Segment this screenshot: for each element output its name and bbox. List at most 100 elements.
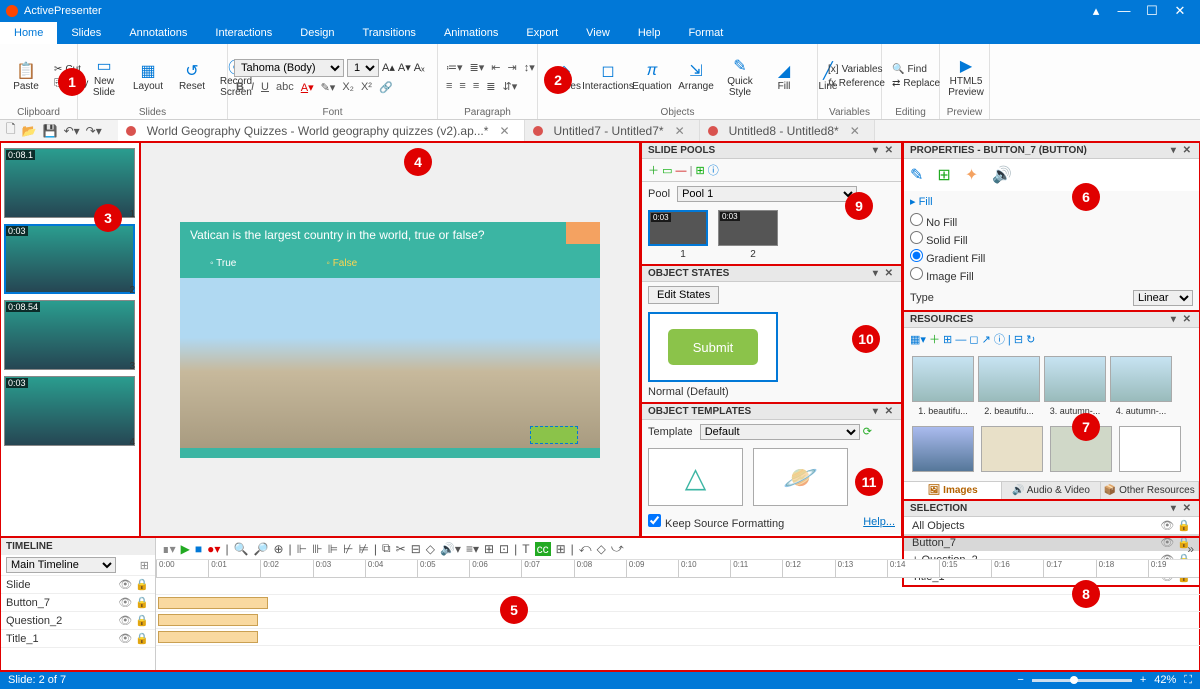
- gradient-type-select[interactable]: Linear: [1133, 290, 1193, 306]
- save-icon[interactable]: 💾: [43, 124, 58, 138]
- nofill-radio[interactable]: No Fill: [910, 212, 1193, 230]
- line-spacing-icon[interactable]: ↕▾: [522, 60, 537, 75]
- edit-icon[interactable]: ▭: [662, 165, 672, 177]
- bold-icon[interactable]: B: [234, 80, 246, 95]
- shrink-font-icon[interactable]: A▾: [398, 61, 411, 74]
- edit-states-button[interactable]: Edit States: [648, 286, 719, 304]
- tab-home[interactable]: Home: [0, 22, 57, 44]
- clear-format-icon[interactable]: Aₓ: [414, 62, 425, 74]
- timeline-track-label[interactable]: Button_7👁 🔒: [0, 594, 155, 612]
- refresh-icon[interactable]: ⟳: [863, 426, 872, 438]
- submit-shape[interactable]: [530, 426, 578, 444]
- open-icon[interactable]: 📂: [22, 124, 37, 138]
- minimize-icon[interactable]: —: [1110, 3, 1138, 19]
- resource-tab[interactable]: 🔊 Audio & Video: [1002, 482, 1100, 499]
- tab-interactions[interactable]: Interactions: [201, 22, 286, 44]
- slide-thumb[interactable]: 0:08.543: [4, 300, 135, 370]
- indent-inc-icon[interactable]: ⇥: [506, 60, 519, 75]
- resource-tab[interactable]: 📦 Other Resources: [1101, 482, 1199, 499]
- replace-button[interactable]: ⇄Replace: [888, 77, 944, 90]
- slide-preview[interactable]: Vatican is the largest country in the wo…: [180, 222, 600, 458]
- justify-icon[interactable]: ≣: [484, 79, 497, 94]
- style-tab-icon[interactable]: ✎: [910, 165, 923, 185]
- pool-select[interactable]: Pool 1: [677, 186, 857, 202]
- reference-button[interactable]: fxReference: [824, 77, 889, 90]
- doc-tab[interactable]: Untitled7 - Untitled7*✕: [525, 120, 700, 141]
- new-slide-button[interactable]: ▭New Slide: [84, 54, 124, 100]
- keep-formatting-check[interactable]: Keep Source Formatting: [648, 514, 784, 530]
- record-tl-icon[interactable]: ∎▾: [162, 542, 176, 556]
- equation-button[interactable]: πEquation: [632, 59, 672, 94]
- maximize-icon[interactable]: ☐: [1138, 3, 1166, 19]
- font-size-select[interactable]: 18: [347, 59, 379, 77]
- font-family-select[interactable]: Tahoma (Body): [234, 59, 344, 77]
- doc-tab[interactable]: World Geography Quizzes - World geograph…: [118, 120, 525, 141]
- align-center-icon[interactable]: ≡: [457, 79, 467, 94]
- pool-thumb[interactable]: 0:031: [648, 210, 718, 260]
- redo-icon[interactable]: ↷▾: [86, 124, 102, 138]
- canvas[interactable]: Vatican is the largest country in the wo…: [140, 142, 640, 537]
- resource-thumb[interactable]: 2. beautifu...: [976, 354, 1042, 416]
- selection-item[interactable]: All Objects👁 🔒: [904, 517, 1199, 534]
- solid-radio[interactable]: Solid Fill: [910, 230, 1193, 248]
- zoom-out-icon[interactable]: −: [1017, 674, 1023, 686]
- tab-animations[interactable]: Animations: [430, 22, 512, 44]
- slide-thumb[interactable]: 0:034: [4, 376, 135, 446]
- close-icon[interactable]: ✕: [1166, 3, 1194, 19]
- grow-font-icon[interactable]: A▴: [382, 61, 395, 74]
- highlight-icon[interactable]: ✎▾: [319, 80, 338, 95]
- paste-button[interactable]: 📋Paste: [6, 59, 46, 94]
- font-color-icon[interactable]: A▾: [299, 80, 316, 95]
- size-tab-icon[interactable]: ⊞: [937, 165, 950, 185]
- gradient-radio[interactable]: Gradient Fill: [910, 248, 1193, 266]
- resource-tab[interactable]: 🖼 Images: [904, 482, 1002, 499]
- italic-icon[interactable]: I: [249, 80, 256, 95]
- underline-icon[interactable]: U: [259, 80, 271, 95]
- align-right-icon[interactable]: ≡: [471, 79, 481, 94]
- tab-view[interactable]: View: [572, 22, 624, 44]
- template-thumb[interactable]: 🪐: [753, 448, 848, 506]
- slide-thumb[interactable]: 0:032: [4, 224, 135, 294]
- doc-tab[interactable]: Untitled8 - Untitled8*✕: [700, 120, 875, 141]
- tab-design[interactable]: Design: [286, 22, 348, 44]
- image-radio[interactable]: Image Fill: [910, 266, 1193, 284]
- layout-button[interactable]: ▦Layout: [128, 59, 168, 94]
- timeline-track-label[interactable]: Title_1👁 🔒: [0, 630, 155, 648]
- zoom-in-icon[interactable]: +: [1140, 674, 1146, 686]
- timeline-track-label[interactable]: Slide👁 🔒: [0, 576, 155, 594]
- resource-thumb[interactable]: 1. beautifu...: [910, 354, 976, 416]
- warn-icon[interactable]: ●▾: [207, 542, 220, 556]
- timeline-select[interactable]: Main Timeline: [6, 557, 116, 573]
- undo-icon[interactable]: ↶▾: [64, 124, 80, 138]
- resource-thumb[interactable]: 4. autumn-...: [1108, 354, 1174, 416]
- sub-icon[interactable]: X₂: [340, 80, 356, 95]
- caret-icon[interactable]: ▴: [1082, 3, 1110, 19]
- template-thumb[interactable]: △: [648, 448, 743, 506]
- interactions-button[interactable]: ◻Interactions: [588, 59, 628, 94]
- add-icon[interactable]: ＋: [648, 165, 659, 177]
- resource-thumb[interactable]: 3. autumn-...: [1042, 354, 1108, 416]
- import-icon[interactable]: ⊞: [696, 165, 705, 177]
- numbering-icon[interactable]: ≣▾: [468, 60, 487, 75]
- new-icon[interactable]: 🗋: [6, 120, 16, 141]
- stop-icon[interactable]: ■: [195, 542, 202, 556]
- pool-thumb[interactable]: 0:032: [718, 210, 788, 260]
- indent-dec-icon[interactable]: ⇤: [489, 60, 502, 75]
- find-button[interactable]: 🔍Find: [888, 63, 944, 76]
- tab-help[interactable]: Help: [624, 22, 675, 44]
- template-select[interactable]: Default: [700, 424, 860, 440]
- timeline-track-label[interactable]: Question_2👁 🔒: [0, 612, 155, 630]
- info-icon[interactable]: ⓘ: [708, 165, 719, 177]
- remove-icon[interactable]: —: [676, 165, 687, 177]
- tab-export[interactable]: Export: [512, 22, 572, 44]
- strike-icon[interactable]: abc: [274, 80, 296, 95]
- arrange-button[interactable]: ⇲Arrange: [676, 59, 716, 94]
- valign-icon[interactable]: ⇵▾: [500, 79, 519, 94]
- fit-icon[interactable]: ⛶: [1184, 674, 1192, 687]
- reset-button[interactable]: ↺Reset: [172, 59, 212, 94]
- help-link[interactable]: Help...: [863, 516, 895, 528]
- audio-tab-icon[interactable]: 🔊: [992, 165, 1012, 185]
- play-icon[interactable]: ▶: [181, 542, 190, 556]
- sup-icon[interactable]: X²: [359, 80, 374, 95]
- tab-transitions[interactable]: Transitions: [349, 22, 430, 44]
